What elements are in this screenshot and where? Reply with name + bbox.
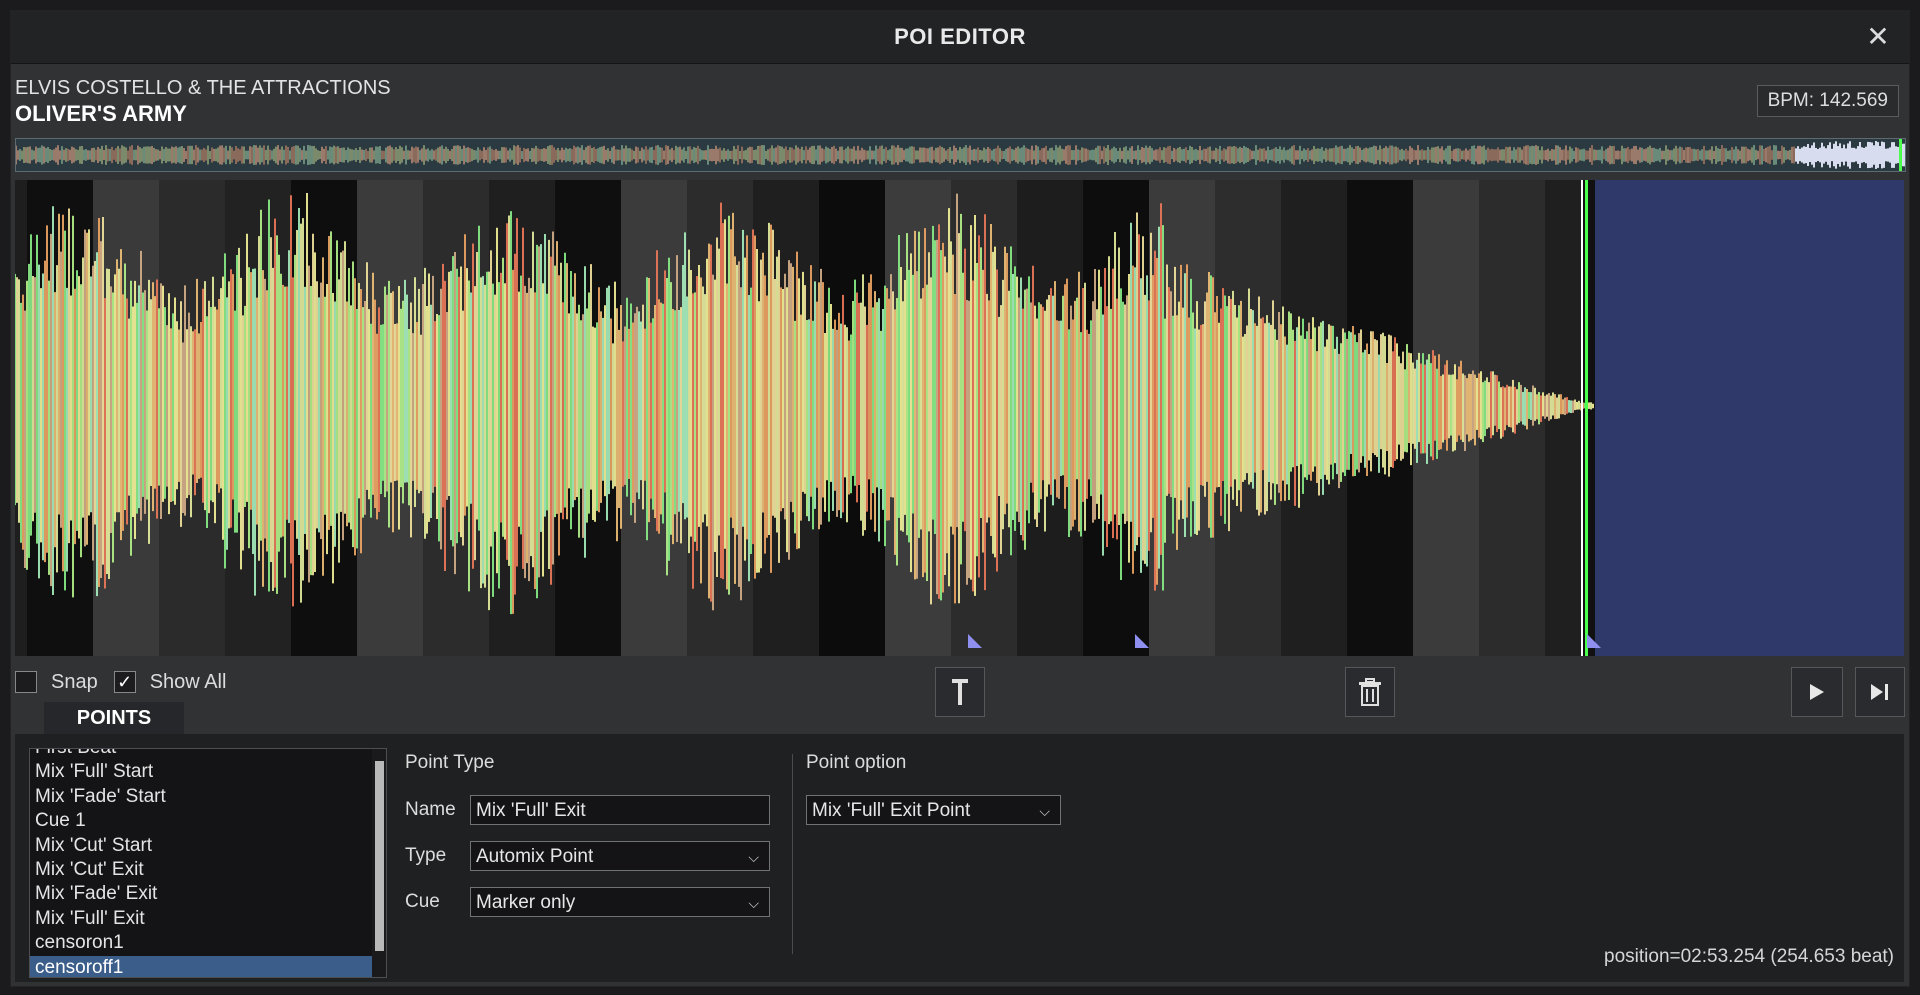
play-button[interactable] xyxy=(1791,667,1843,717)
position-readout: position=02:53.254 (254.653 beat) xyxy=(1604,946,1894,967)
points-list-item[interactable]: Mix 'Cut' Start xyxy=(30,834,372,858)
points-list-item[interactable]: censoroff1 xyxy=(30,955,372,977)
points-list-item[interactable]: Mix 'Full' Exit xyxy=(30,907,372,931)
waveform-editor[interactable] xyxy=(15,180,1904,656)
skip-to-end-icon xyxy=(1871,684,1888,700)
bpm-display: BPM: 142.569 xyxy=(1756,85,1899,117)
play-icon xyxy=(1810,684,1824,700)
point-type-heading: Point Type xyxy=(405,752,495,773)
name-field[interactable]: Mix 'Full' Exit xyxy=(470,795,770,825)
display-options: Snap ✓ Show All xyxy=(15,667,242,697)
points-panel: First BeatMix 'Full' StartMix 'Fade' Sta… xyxy=(15,734,1904,982)
poi-editor-window: POI EDITOR ✕ ELVIS COSTELLO & THE ATTRAC… xyxy=(10,10,1910,987)
type-select-value: Automix Point xyxy=(476,846,594,867)
show-all-label: Show All xyxy=(149,670,227,693)
points-list-item[interactable]: First Beat xyxy=(30,749,372,760)
playhead[interactable] xyxy=(1585,180,1588,656)
track-title: OLIVER'S ARMY xyxy=(15,101,187,126)
points-list-item[interactable]: Mix 'Fade' Start xyxy=(30,785,372,809)
track-artist: ELVIS COSTELLO & THE ATTRACTIONS xyxy=(15,77,391,99)
point-option-select[interactable]: Mix 'Full' Exit Point ⌵ xyxy=(806,795,1061,825)
title-bar: POI EDITOR ✕ xyxy=(11,11,1909,64)
window-title: POI EDITOR xyxy=(894,24,1026,49)
editor-divider xyxy=(792,754,793,954)
points-list-item[interactable]: Cue 1 xyxy=(30,809,372,833)
close-icon[interactable]: ✕ xyxy=(1863,22,1893,52)
skip-to-end-button[interactable] xyxy=(1855,667,1905,717)
cue-select-value: Marker only xyxy=(476,892,576,913)
snap-checkbox[interactable] xyxy=(15,671,37,693)
point-option-heading: Point option xyxy=(806,752,907,773)
type-label: Type xyxy=(405,845,447,866)
point-option-value: Mix 'Full' Exit Point xyxy=(812,800,971,821)
scrollbar-thumb[interactable] xyxy=(375,761,384,951)
marker-pin-icon xyxy=(952,679,968,705)
points-list-item[interactable]: Mix 'Fade' Exit xyxy=(30,882,372,906)
points-list-scrollbar[interactable] xyxy=(372,749,386,977)
chevron-down-icon: ⌵ xyxy=(748,895,759,911)
points-list-item[interactable]: Mix 'Full' Start xyxy=(30,760,372,784)
cue-label: Cue xyxy=(405,891,440,912)
type-select[interactable]: Automix Point ⌵ xyxy=(470,841,770,871)
delete-point-button[interactable] xyxy=(1345,667,1395,717)
show-all-checkbox[interactable]: ✓ xyxy=(113,671,136,693)
points-list-item[interactable]: censoron1 xyxy=(30,931,372,955)
playhead-white xyxy=(1581,180,1583,656)
chevron-down-icon: ⌵ xyxy=(1039,803,1050,819)
points-list-item[interactable]: Mix 'Cut' Exit xyxy=(30,858,372,882)
name-label: Name xyxy=(405,799,456,820)
chevron-down-icon: ⌵ xyxy=(748,849,759,865)
end-region xyxy=(1595,180,1904,656)
waveform-overview[interactable] xyxy=(15,138,1906,172)
cue-select[interactable]: Marker only ⌵ xyxy=(470,887,770,917)
snap-label: Snap xyxy=(51,670,98,693)
points-list[interactable]: First BeatMix 'Full' StartMix 'Fade' Sta… xyxy=(29,748,387,978)
tab-points[interactable]: POINTS xyxy=(44,702,184,734)
trash-icon xyxy=(1359,678,1381,706)
overview-playhead xyxy=(1899,139,1902,171)
add-marker-button[interactable] xyxy=(935,667,985,717)
